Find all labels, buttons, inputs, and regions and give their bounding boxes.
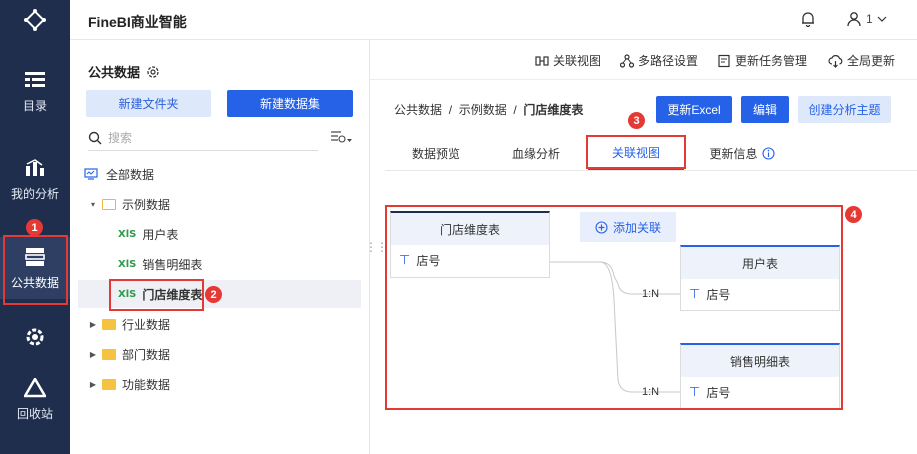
related-table-card-user[interactable]: 用户表 ⊤ 店号 [680,245,840,311]
table-name: 门店维度表 [391,213,549,245]
related-table-card-sales[interactable]: 销售明细表 ⊤ 店号 [680,343,840,409]
text-type-icon: ⊤ [689,286,701,301]
table-name: 用户表 [681,247,839,279]
text-type-icon: ⊤ [689,384,701,399]
step-badge-4: 4 [845,206,862,223]
main-table-card[interactable]: 门店维度表 ⊤ 店号 [390,211,550,278]
plus-circle-icon [595,220,608,234]
add-relation-button[interactable]: 添加关联 [580,212,676,242]
table-field[interactable]: ⊤ 店号 [681,377,839,407]
table-name: 销售明细表 [681,345,839,377]
text-type-icon: ⊤ [399,252,411,267]
table-field[interactable]: ⊤ 店号 [391,245,549,275]
relation-ratio: 1:N [642,386,660,398]
table-field[interactable]: ⊤ 店号 [681,279,839,309]
relation-ratio: 1:N [642,288,660,300]
